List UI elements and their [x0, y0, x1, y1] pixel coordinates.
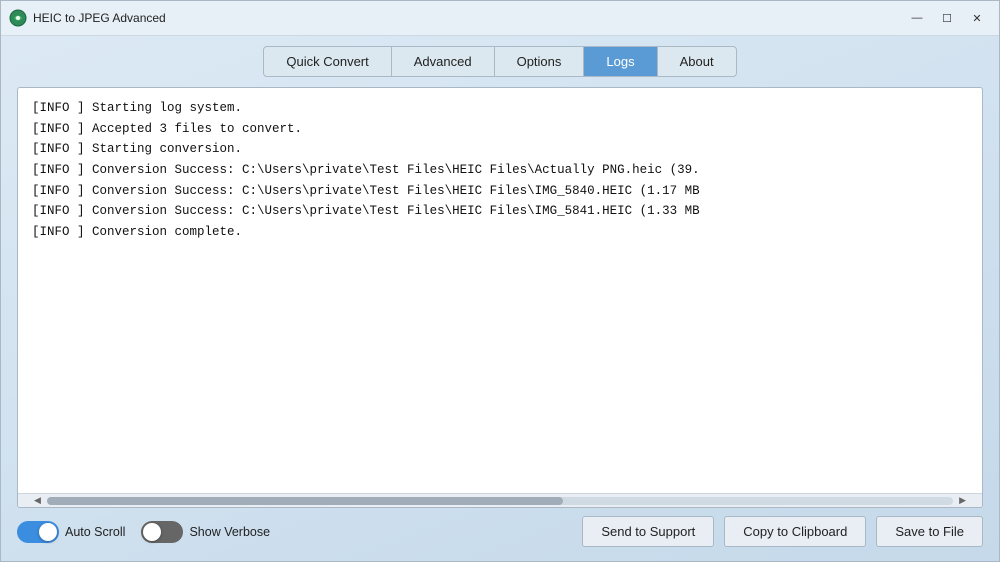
toggle-group: Auto Scroll Show Verbose [17, 521, 572, 543]
show-verbose-knob [143, 523, 161, 541]
scroll-track[interactable] [47, 497, 953, 505]
show-verbose-toggle[interactable] [141, 521, 183, 543]
bottom-controls: Auto Scroll Show Verbose Send to Support… [17, 516, 983, 547]
app-window: HEIC to JPEG Advanced — ☐ ✕ Quick Conver… [0, 0, 1000, 562]
scroll-thumb[interactable] [47, 497, 564, 505]
scroll-left-arrow[interactable]: ◀ [34, 495, 41, 506]
maximize-button[interactable]: ☐ [933, 7, 961, 29]
scroll-right-arrow[interactable]: ▶ [959, 495, 966, 506]
save-file-button[interactable]: Save to File [876, 516, 983, 547]
log-line: [INFO ] Accepted 3 files to convert. [32, 119, 968, 140]
log-line: [INFO ] Conversion Success: C:\Users\pri… [32, 201, 968, 222]
tab-container: Quick Convert Advanced Options Logs Abou… [17, 46, 983, 77]
tab-advanced[interactable]: Advanced [392, 47, 495, 76]
window-controls: — ☐ ✕ [903, 7, 991, 29]
log-line: [INFO ] Conversion complete. [32, 222, 968, 243]
log-line: [INFO ] Conversion Success: C:\Users\pri… [32, 160, 968, 181]
copy-clipboard-button[interactable]: Copy to Clipboard [724, 516, 866, 547]
tab-quick-convert[interactable]: Quick Convert [264, 47, 391, 76]
log-line: [INFO ] Conversion Success: C:\Users\pri… [32, 181, 968, 202]
log-line: [INFO ] Starting log system. [32, 98, 968, 119]
minimize-button[interactable]: — [903, 7, 931, 29]
show-verbose-label: Show Verbose [189, 525, 270, 539]
log-line: [INFO ] Starting conversion. [32, 139, 968, 160]
main-content: Quick Convert Advanced Options Logs Abou… [1, 36, 999, 561]
tab-options[interactable]: Options [495, 47, 585, 76]
send-support-button[interactable]: Send to Support [582, 516, 714, 547]
window-title: HEIC to JPEG Advanced [33, 11, 903, 25]
close-button[interactable]: ✕ [963, 7, 991, 29]
horizontal-scrollbar[interactable]: ◀ ▶ [18, 493, 982, 507]
auto-scroll-label: Auto Scroll [65, 525, 125, 539]
auto-scroll-knob [39, 523, 57, 541]
tab-bar: Quick Convert Advanced Options Logs Abou… [263, 46, 736, 77]
tab-about[interactable]: About [658, 47, 736, 76]
app-icon [9, 9, 27, 27]
tab-logs[interactable]: Logs [584, 47, 657, 76]
titlebar: HEIC to JPEG Advanced — ☐ ✕ [1, 1, 999, 36]
log-content: [INFO ] Starting log system. [INFO ] Acc… [18, 88, 982, 493]
auto-scroll-toggle[interactable] [17, 521, 59, 543]
log-panel: [INFO ] Starting log system. [INFO ] Acc… [17, 87, 983, 508]
